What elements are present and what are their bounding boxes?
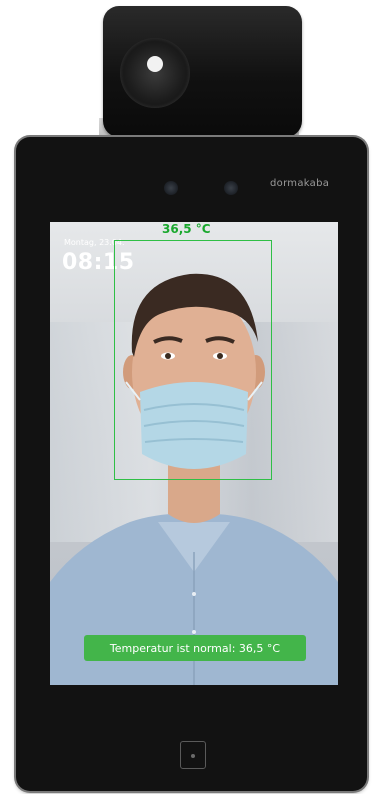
camera-lens-center [147,56,163,72]
terminal-screen: Montag, 23.04. 08:15 36,5 °C Temperatur … [50,222,338,685]
thermal-camera-icon [120,38,190,108]
home-button-indicator [191,754,195,758]
sensor-left-icon [164,181,178,195]
face-detection-box [114,240,272,480]
sensor-right-icon [224,181,238,195]
device-photo: dormakaba Montag, 23.04. 08:15 36,5 °C T… [0,0,385,794]
brand-logo: dormakaba [270,178,330,189]
temperature-status-banner: Temperatur ist normal: 36,5 °C [84,635,306,661]
detected-temperature: 36,5 °C [162,222,211,236]
